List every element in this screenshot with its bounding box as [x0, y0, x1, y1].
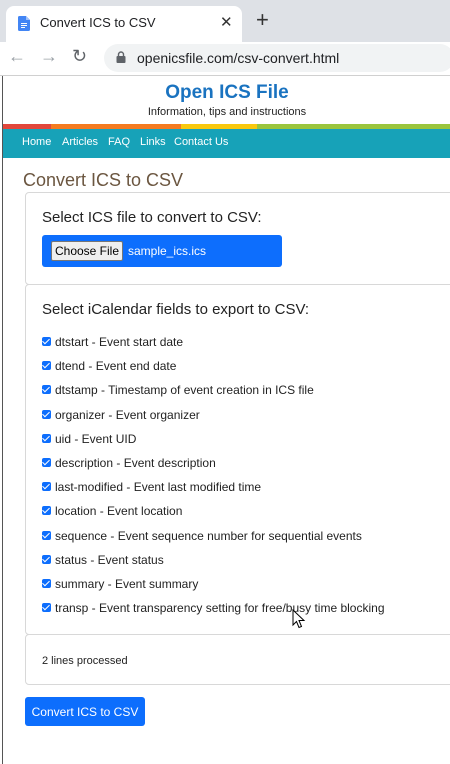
field-label: description - Event description — [55, 456, 216, 470]
site-nav: Home Articles FAQ Links Contact Us — [3, 129, 450, 158]
field-label: organizer - Event organizer — [55, 407, 200, 422]
field-label: transp - Event transparency setting for … — [55, 601, 385, 616]
field-label: dtstart - Event start date — [55, 335, 184, 349]
checkbox[interactable] — [42, 482, 51, 492]
field-label: uid - Event UID — [55, 431, 137, 446]
site-tagline: Information, tips and instructions — [147, 106, 307, 118]
browser-tab[interactable]: Convert ICS to CSV ✕ — [6, 6, 242, 42]
browser-tab-bar: Convert ICS to CSV ✕ + — [0, 0, 450, 42]
checkbox[interactable] — [42, 385, 51, 395]
file-input[interactable]: Choose File sample_ics.ics — [42, 235, 282, 267]
close-tab-icon[interactable]: ✕ — [220, 13, 233, 31]
checkbox[interactable] — [42, 433, 51, 443]
checkbox[interactable] — [42, 506, 51, 516]
lock-icon — [116, 51, 126, 63]
forward-arrow-icon[interactable]: → — [40, 46, 58, 67]
nav-articles[interactable]: Articles — [62, 136, 98, 148]
new-tab-icon[interactable]: + — [256, 8, 269, 32]
field-label: summary - Event summary — [55, 577, 199, 591]
status-card: 2 lines processed — [25, 634, 450, 685]
field-label: last-modified - Event last modified time — [55, 480, 262, 495]
field-label: sequence - Event sequence number for seq… — [55, 528, 362, 543]
checkbox[interactable] — [42, 554, 51, 564]
url-text: openicsfile.com/csv-convert.html — [137, 50, 340, 66]
checkbox[interactable] — [42, 603, 51, 613]
checkbox[interactable] — [42, 337, 51, 346]
field-label: location - Event location — [55, 504, 183, 519]
site-header: Open ICS File Information, tips and inst… — [3, 76, 450, 124]
nav-faq[interactable]: FAQ — [108, 136, 130, 148]
status-text: 2 lines processed — [42, 655, 128, 667]
nav-home[interactable]: Home — [22, 136, 51, 148]
checkbox[interactable] — [42, 458, 51, 467]
selected-file-name: sample_ics.ics — [128, 244, 207, 258]
site-title[interactable]: Open ICS File — [3, 82, 450, 104]
checkbox[interactable] — [42, 361, 51, 371]
page-title: Convert ICS to CSV — [23, 170, 184, 190]
checkbox[interactable] — [42, 409, 51, 419]
address-bar[interactable]: openicsfile.com/csv-convert.html — [104, 44, 450, 72]
browser-toolbar: ← → ↻ openicsfile.com/csv-convert.html — [0, 42, 450, 76]
checkbox[interactable] — [42, 579, 51, 588]
reload-icon[interactable]: ↻ — [72, 46, 87, 67]
convert-button[interactable]: Convert ICS to CSV — [25, 697, 145, 726]
nav-links[interactable]: Links — [140, 136, 166, 148]
fields-card: Select iCalendar fields to export to CSV… — [25, 284, 450, 635]
choose-file-button[interactable]: Choose File — [51, 241, 123, 261]
file-card-title: Select ICS file to convert to CSV: — [42, 209, 262, 226]
checkbox[interactable] — [42, 530, 51, 540]
web-page: Open ICS File Information, tips and inst… — [2, 76, 450, 764]
mouse-cursor-icon — [292, 609, 306, 629]
back-arrow-icon[interactable]: ← — [8, 46, 26, 67]
field-label: dtend - Event end date — [55, 359, 177, 374]
nav-contact-us[interactable]: Contact Us — [174, 136, 228, 148]
fields-card-title: Select iCalendar fields to export to CSV… — [42, 301, 310, 318]
document-icon — [18, 16, 30, 31]
field-label: dtstamp - Timestamp of event creation in… — [55, 383, 314, 398]
tab-title: Convert ICS to CSV — [40, 15, 156, 30]
field-label: status - Event status — [55, 552, 164, 567]
file-select-card: Select ICS file to convert to CSV: Choos… — [25, 192, 450, 285]
